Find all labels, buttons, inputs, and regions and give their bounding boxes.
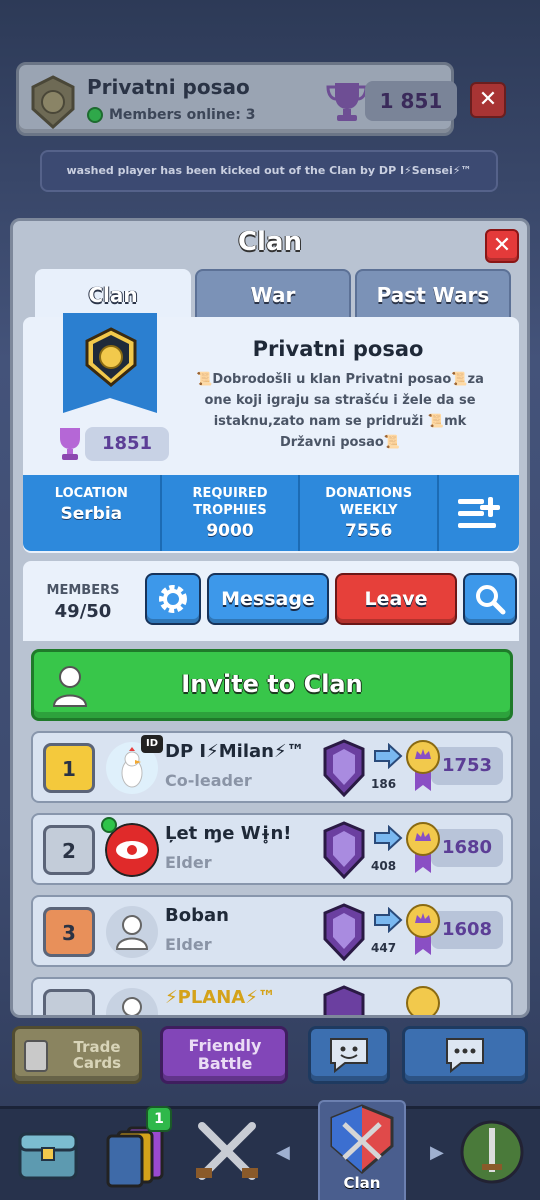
gear-icon bbox=[159, 585, 187, 613]
clan-badge-icon bbox=[85, 327, 137, 387]
arena-shield-icon bbox=[323, 821, 365, 879]
online-dot-icon bbox=[87, 107, 103, 123]
member-name: Boban bbox=[165, 905, 229, 926]
medal-icon bbox=[406, 986, 440, 1015]
member-name: ⚡PLANA⚡™ bbox=[165, 987, 276, 1008]
clan-modal: Clan ✕ Clan War Past Wars 1851 Privatni … bbox=[10, 218, 530, 1018]
medal-icon bbox=[406, 904, 440, 955]
trophy-icon bbox=[326, 83, 368, 121]
member-row[interactable]: 1 ID DP I⚡Milan⚡™ Co-leader 186 1753 bbox=[31, 731, 513, 803]
member-rank: 2 bbox=[43, 825, 95, 875]
modal-title: Clan bbox=[237, 227, 303, 257]
member-donations: 408 bbox=[371, 859, 397, 873]
nav-right-arrow-icon: ▶ bbox=[430, 1142, 444, 1163]
clan-options-button[interactable] bbox=[439, 475, 519, 551]
clan-name: Privatni posao bbox=[252, 337, 424, 361]
trade-cards-label: Trade Cards bbox=[72, 1038, 122, 1072]
shop-chest-icon[interactable] bbox=[10, 1114, 90, 1192]
arena-shield-icon bbox=[323, 903, 365, 961]
invite-to-clan-button[interactable]: Invite to Clan bbox=[31, 649, 513, 721]
nav-active-label: Clan bbox=[343, 1174, 381, 1192]
friendly-battle-button[interactable]: Friendly Battle bbox=[160, 1026, 288, 1084]
member-row[interactable]: 2 Ļet ɱe Wɨ̥n! Elder 408 1680 bbox=[31, 813, 513, 885]
members-online-text: Members online: 3 bbox=[109, 107, 256, 123]
stat-label: DONATIONS WEEKLY bbox=[325, 486, 413, 518]
donation-arrow-icon bbox=[374, 825, 403, 851]
member-role: Co-leader bbox=[165, 771, 252, 790]
stat-required-trophies: REQUIRED TROPHIES 9000 bbox=[162, 475, 301, 551]
message-button[interactable]: Message bbox=[207, 573, 329, 625]
header-clan-name: Privatni posao bbox=[87, 75, 250, 99]
arena-shield-icon bbox=[323, 985, 365, 1015]
members-count: 49/50 bbox=[54, 601, 112, 622]
chat-icon bbox=[446, 1038, 484, 1074]
kick-notice: washed player has been kicked out of the… bbox=[40, 150, 498, 192]
member-name: DP I⚡Milan⚡™ bbox=[165, 741, 305, 762]
stat-label: REQUIRED TROPHIES bbox=[192, 486, 268, 518]
members-card: MEMBERS 49/50 Message Leave bbox=[23, 561, 519, 641]
clan-header[interactable]: Privatni posao Members online: 3 1 851 bbox=[16, 62, 457, 136]
close-button[interactable]: ✕ bbox=[485, 229, 519, 263]
emote-icon bbox=[330, 1038, 368, 1074]
clan-info-card: 1851 Privatni posao 📜Dobrodošli u klan P… bbox=[23, 313, 519, 553]
members-online: Members online: 3 bbox=[87, 107, 256, 123]
medal-icon bbox=[406, 822, 440, 873]
trade-cards-button[interactable]: Trade Cards bbox=[12, 1026, 142, 1084]
clan-badge-icon bbox=[31, 75, 75, 129]
member-rank: 3 bbox=[43, 907, 95, 957]
stat-value: 9000 bbox=[206, 521, 254, 541]
emote-button[interactable] bbox=[308, 1026, 390, 1084]
medal-icon bbox=[406, 740, 440, 791]
member-donations: 447 bbox=[371, 941, 397, 955]
search-button[interactable] bbox=[463, 573, 517, 625]
events-laurel-icon[interactable] bbox=[452, 1114, 532, 1192]
member-name: Ļet ɱe Wɨ̥n! bbox=[165, 823, 292, 844]
search-icon bbox=[476, 585, 506, 615]
id-badge: ID bbox=[141, 735, 163, 753]
clan-shield-icon[interactable] bbox=[322, 1102, 402, 1180]
nav-left-arrow-icon: ◀ bbox=[276, 1142, 290, 1163]
member-row[interactable]: 3 Boban Elder 447 1608 bbox=[31, 895, 513, 967]
tab-past-wars[interactable]: Past Wars bbox=[355, 269, 511, 321]
trophy-icon bbox=[60, 428, 80, 460]
cards-notification-badge: 1 bbox=[146, 1106, 172, 1132]
member-rank: 1 bbox=[43, 743, 95, 793]
clan-description: 📜Dobrodošli u klan Privatni posao📜za one… bbox=[196, 372, 484, 450]
stat-value: Serbia bbox=[60, 504, 123, 524]
donation-arrow-icon bbox=[374, 743, 403, 769]
cards-icon bbox=[24, 1040, 48, 1072]
header-close-button[interactable]: ✕ bbox=[470, 82, 506, 118]
member-row[interactable]: ⚡PLANA⚡™ bbox=[31, 977, 513, 1015]
online-dot-icon bbox=[101, 817, 117, 833]
invite-label: Invite to Clan bbox=[181, 670, 363, 698]
member-donations: 186 bbox=[371, 777, 397, 791]
tab-war[interactable]: War bbox=[195, 269, 351, 321]
stat-donations-weekly: DONATIONS WEEKLY 7556 bbox=[300, 475, 440, 551]
member-rank bbox=[43, 989, 95, 1015]
arena-shield-icon bbox=[323, 739, 365, 797]
members-label: MEMBERS bbox=[46, 583, 120, 598]
header-trophy-count: 1 851 bbox=[365, 81, 457, 121]
leave-button[interactable]: Leave bbox=[335, 573, 457, 625]
stat-value: 7556 bbox=[345, 521, 393, 541]
clan-trophy-count: 1851 bbox=[85, 427, 169, 461]
clan-stats: LOCATION Serbia REQUIRED TROPHIES 9000 D… bbox=[23, 475, 519, 551]
battle-swords-icon[interactable] bbox=[190, 1114, 270, 1192]
stat-label: LOCATION bbox=[54, 486, 128, 501]
avatar bbox=[106, 906, 158, 958]
friendly-battle-label: Friendly Battle bbox=[188, 1036, 262, 1073]
stat-location: LOCATION Serbia bbox=[23, 475, 162, 551]
donation-arrow-icon bbox=[374, 907, 403, 933]
member-role: Elder bbox=[165, 935, 212, 954]
chat-button[interactable] bbox=[402, 1026, 528, 1084]
member-role: Elder bbox=[165, 853, 212, 872]
avatar bbox=[106, 988, 158, 1015]
settings-button[interactable] bbox=[145, 573, 201, 625]
list-add-icon bbox=[458, 497, 501, 528]
